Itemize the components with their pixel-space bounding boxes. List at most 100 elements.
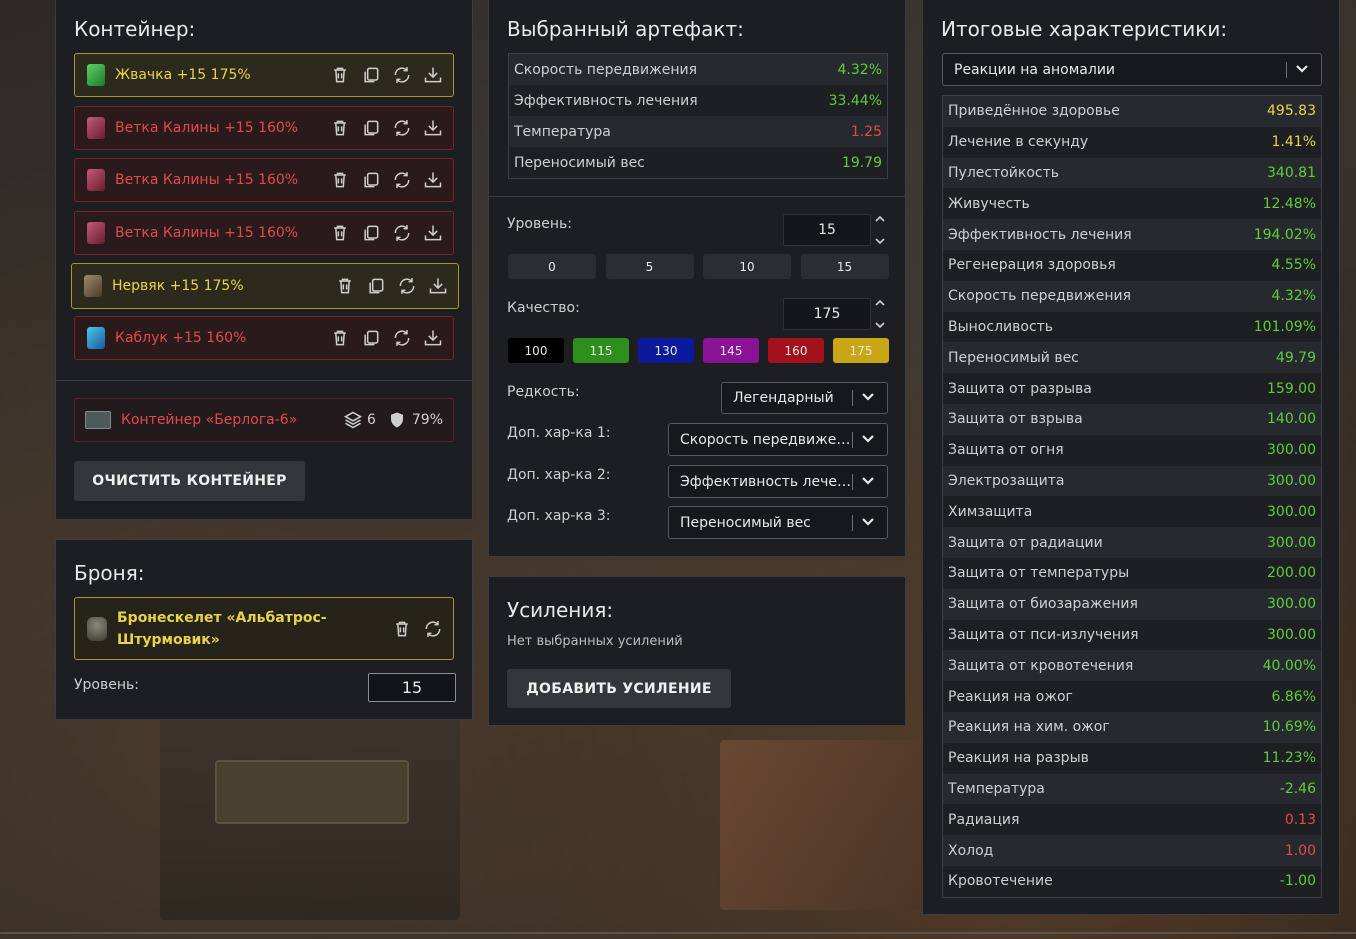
slot-name: Нервяк +15 175%: [112, 278, 244, 294]
download-icon[interactable]: [422, 65, 443, 86]
artifact-level-input[interactable]: 15: [783, 214, 871, 246]
stat-row: Выносливость 101.09%: [943, 311, 1321, 343]
artifact-quality-input[interactable]: 175: [783, 298, 871, 330]
refresh-icon[interactable]: [391, 65, 412, 86]
refresh-icon[interactable]: [391, 223, 412, 244]
stat-value: 340.81: [1267, 164, 1316, 181]
stat-value: 33.44%: [828, 92, 882, 109]
background-floor-line: [0, 932, 1356, 934]
refresh-icon[interactable]: [391, 328, 412, 349]
viburnum-branch-icon: [87, 169, 105, 191]
download-icon[interactable]: [427, 276, 448, 297]
trash-icon[interactable]: [329, 118, 350, 139]
refresh-icon[interactable]: [396, 276, 417, 297]
stat-value: 49.79: [1275, 349, 1316, 366]
slot-name: Ветка Калины +15 160%: [115, 172, 299, 188]
quality-preset-button[interactable]: 100: [508, 338, 564, 363]
trash-icon[interactable]: [334, 276, 355, 297]
quality-preset-button[interactable]: 175: [833, 338, 889, 363]
stat-row: Реакция на хим. ожог 10.69%: [943, 711, 1321, 743]
copy-icon[interactable]: [360, 328, 381, 349]
stat-row: Радиация 0.13: [943, 804, 1321, 836]
refresh-icon[interactable]: [391, 118, 412, 139]
container-slot[interactable]: Ветка Калины +15 160%: [74, 158, 454, 202]
stat-row: Эффективность лечения 194.02%: [943, 219, 1321, 250]
slot-name: Жвачка +15 175%: [115, 67, 251, 83]
copy-icon[interactable]: [360, 65, 381, 86]
totals-stats-table: Приведённое здоровье 495.83 Лечение в секу…: [942, 95, 1322, 898]
stat-value: 300.00: [1267, 442, 1316, 459]
stat-row: Защита от пси-излучения 300.00: [943, 619, 1321, 651]
armor-level-input[interactable]: 15: [368, 673, 456, 702]
divider: [56, 380, 472, 381]
slot-name: Ветка Калины +15 160%: [115, 120, 299, 136]
refresh-icon[interactable]: [422, 618, 443, 639]
container-title: Контейнер:: [74, 17, 196, 41]
download-icon[interactable]: [422, 328, 443, 349]
copy-icon[interactable]: [360, 223, 381, 244]
level-preset-button[interactable]: 5: [605, 254, 694, 279]
stat-value: -1.00: [1279, 873, 1316, 890]
quality-preset-button[interactable]: 115: [573, 338, 629, 363]
stat-value: 1.25: [850, 123, 882, 140]
trash-icon[interactable]: [329, 65, 350, 86]
level-preset-button[interactable]: 0: [508, 254, 596, 279]
stat-name: Переносимый вес: [948, 349, 1079, 366]
chevron-up-icon: [875, 299, 885, 306]
stat-row: Защита от температуры 200.00: [943, 557, 1321, 589]
armor-panel: Броня: Бронескелет «Альбатрос-Штурмовик»…: [55, 539, 473, 720]
stat-row: Переносимый вес 49.79: [943, 342, 1321, 374]
download-icon[interactable]: [422, 170, 443, 191]
stat-name: Защита от взрыва: [948, 411, 1083, 428]
copy-icon[interactable]: [365, 276, 386, 297]
copy-icon[interactable]: [360, 170, 381, 191]
stat-value: 4.32%: [1271, 288, 1316, 305]
totals-filter-select[interactable]: Реакции на аномалии: [942, 53, 1322, 86]
extra2-value: Эффективность лечения: [680, 473, 852, 490]
stat-name: Приведённое здоровье: [948, 103, 1120, 120]
clear-container-button[interactable]: ОЧИСТИТЬ КОНТЕЙНЕР: [74, 461, 305, 501]
container-item-name: Контейнер «Берлога-6»: [121, 412, 298, 428]
rarity-label: Редкость:: [507, 384, 580, 400]
quality-stepper[interactable]: [873, 299, 887, 329]
viburnum-branch-icon: [87, 117, 105, 139]
extra2-select[interactable]: Эффективность лечения: [668, 465, 888, 498]
artifact-panel: Выбранный артефакт: Скорость передвижени…: [488, 0, 906, 557]
stat-row: Кровотечение -1.00: [943, 865, 1321, 897]
trash-icon[interactable]: [329, 328, 350, 349]
extra3-select[interactable]: Переносимый вес: [668, 506, 888, 539]
container-slot[interactable]: Нервяк +15 175%: [71, 263, 459, 309]
armor-slot[interactable]: Бронескелет «Альбатрос-Штурмовик»: [74, 597, 454, 660]
container-slot[interactable]: Ветка Калины +15 160%: [74, 211, 454, 255]
level-preset-button[interactable]: 15: [800, 254, 889, 279]
stat-row: Температура 1.25: [509, 116, 887, 147]
level-preset-button[interactable]: 10: [703, 254, 791, 279]
trash-icon[interactable]: [329, 223, 350, 244]
quality-preset-button[interactable]: 130: [638, 338, 694, 363]
quality-preset-button[interactable]: 145: [703, 338, 759, 363]
trash-icon[interactable]: [329, 170, 350, 191]
artifact-stats-table: Скорость передвижения 4.32% Эффективность …: [508, 53, 888, 179]
slot-name: Каблук +15 160%: [115, 330, 247, 346]
download-icon[interactable]: [422, 223, 443, 244]
refresh-icon[interactable]: [391, 170, 412, 191]
container-slot[interactable]: Жвачка +15 175%: [74, 53, 454, 97]
add-boost-button[interactable]: ДОБАВИТЬ УСИЛЕНИЕ: [507, 669, 731, 708]
stat-value: 10.69%: [1262, 719, 1316, 736]
chevron-down-icon: [875, 238, 885, 245]
container-item[interactable]: Контейнер «Берлога-6» 6 79%: [74, 398, 454, 442]
quality-preset-button[interactable]: 160: [768, 338, 824, 363]
copy-icon[interactable]: [360, 118, 381, 139]
stat-name: Кровотечение: [948, 873, 1053, 890]
stat-name: Радиация: [948, 811, 1020, 828]
container-slot[interactable]: Ветка Калины +15 160%: [74, 106, 454, 150]
extra1-select[interactable]: Скорость передвижения: [668, 423, 888, 456]
download-icon[interactable]: [422, 118, 443, 139]
stat-value: 194.02%: [1253, 226, 1316, 243]
container-slot[interactable]: Каблук +15 160%: [74, 316, 454, 360]
stat-value: 200.00: [1267, 565, 1316, 582]
rarity-select[interactable]: Легендарный: [721, 382, 888, 414]
trash-icon[interactable]: [391, 618, 412, 639]
stat-name: Химзащита: [948, 503, 1033, 520]
level-stepper[interactable]: [873, 215, 887, 245]
